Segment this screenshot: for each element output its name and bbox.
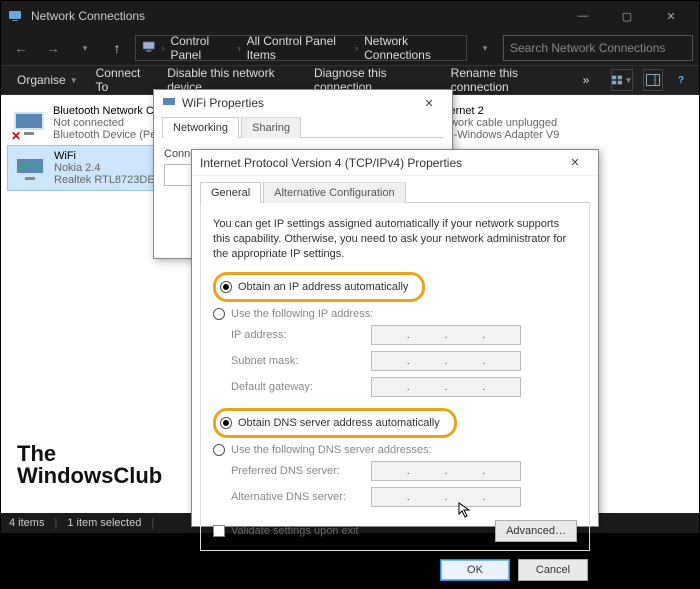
dialog-close-button[interactable]: ✕ — [560, 151, 590, 175]
tab-networking[interactable]: Networking — [162, 117, 239, 138]
subnet-mask-input: ... — [371, 351, 521, 371]
connection-name: Bluetooth Network Con — [53, 105, 166, 117]
nav-recent-button[interactable]: ▾ — [71, 34, 99, 62]
field-alternative-dns: Alternative DNS server: ... — [213, 484, 577, 510]
default-gateway-input: ... — [371, 377, 521, 397]
nav-up-button[interactable]: ↑ — [103, 34, 131, 62]
dialog-close-button[interactable]: ✕ — [414, 91, 444, 115]
radio-icon — [213, 308, 225, 320]
ok-button[interactable]: OK — [440, 559, 510, 581]
connection-device: Bluetooth Device (Pers — [53, 129, 166, 141]
chevron-down-icon: ▼ — [624, 76, 632, 85]
tab-alt-config[interactable]: Alternative Configuration — [263, 182, 405, 203]
refresh-button[interactable]: ▾ — [471, 34, 499, 62]
ip-settings-description: You can get IP settings assigned automat… — [213, 217, 577, 262]
highlight-dns-auto: Obtain DNS server address automatically — [213, 408, 457, 438]
radio-icon — [220, 281, 232, 293]
dialog-titlebar[interactable]: WiFi Properties ✕ — [154, 90, 452, 116]
pc-icon — [142, 40, 155, 56]
maximize-button[interactable]: ▢ — [605, 1, 649, 31]
connection-status: Not connected — [53, 117, 166, 129]
address-bar-row: ← → ▾ ↑ › Control Panel › All Control Pa… — [1, 31, 699, 65]
bluetooth-icon: ✕ — [11, 105, 47, 141]
radio-dns-auto[interactable]: Obtain DNS server address automatically — [220, 415, 440, 431]
rename-button[interactable]: Rename this connection — [445, 62, 571, 98]
error-badge: ✕ — [9, 129, 23, 143]
window-icon — [7, 8, 23, 24]
explorer-window: Network Connections — ▢ ✕ ← → ▾ ↑ › Cont… — [0, 0, 700, 534]
address-bar[interactable]: › Control Panel › All Control Panel Item… — [135, 35, 467, 61]
status-item-count: 4 items — [9, 517, 44, 529]
preview-pane-button[interactable] — [643, 69, 663, 91]
field-preferred-dns: Preferred DNS server: ... — [213, 458, 577, 484]
dialog-button-row: OK Cancel — [192, 551, 598, 589]
status-selected-count: 1 item selected — [67, 517, 141, 529]
view-options-button[interactable]: ▼ — [611, 69, 633, 91]
radio-ip-auto[interactable]: Obtain an IP address automatically — [220, 279, 408, 295]
field-default-gateway: Default gateway: ... — [213, 374, 577, 400]
tab-strip: General Alternative Configuration — [200, 181, 590, 203]
breadcrumb[interactable]: Control Panel — [170, 34, 231, 62]
nav-forward-button: → — [39, 34, 67, 62]
search-input[interactable]: Search Network Connections — [503, 35, 693, 61]
radio-icon — [220, 417, 232, 429]
validate-settings-checkbox[interactable]: Validate settings upon exit — [213, 525, 359, 537]
radio-ip-manual[interactable]: Use the following IP address: — [213, 306, 577, 322]
radio-dns-manual[interactable]: Use the following DNS server addresses: — [213, 442, 577, 458]
chevron-right-icon: › — [238, 43, 241, 53]
nav-back-button[interactable]: ← — [7, 34, 35, 62]
watermark-logo: The WindowsClub — [17, 443, 162, 487]
breadcrumb[interactable]: Network Connections — [364, 34, 460, 62]
titlebar: Network Connections — ▢ ✕ — [1, 1, 699, 31]
field-subnet-mask: Subnet mask: ... — [213, 348, 577, 374]
ip-address-input: ... — [371, 325, 521, 345]
window-title: Network Connections — [31, 9, 145, 23]
highlight-ip-auto: Obtain an IP address automatically — [213, 272, 425, 302]
help-button[interactable]: ? — [673, 69, 689, 91]
chevron-right-icon: › — [355, 43, 358, 53]
alternative-dns-input: ... — [371, 487, 521, 507]
preferred-dns-input: ... — [371, 461, 521, 481]
minimize-button[interactable]: — — [561, 1, 605, 31]
dialog-title: Internet Protocol Version 4 (TCP/IPv4) P… — [200, 156, 462, 170]
field-ip-address: IP address: ... — [213, 322, 577, 348]
tab-general[interactable]: General — [200, 182, 261, 203]
chevron-right-icon: › — [161, 43, 164, 53]
breadcrumb[interactable]: All Control Panel Items — [247, 34, 350, 62]
tab-sharing[interactable]: Sharing — [241, 117, 301, 138]
search-placeholder: Search Network Connections — [510, 41, 665, 55]
advanced-button[interactable]: Advanced… — [495, 520, 577, 542]
radio-icon — [213, 444, 225, 456]
cancel-button[interactable]: Cancel — [518, 559, 588, 581]
wifi-icon — [12, 150, 48, 186]
dialog-title: WiFi Properties — [182, 96, 264, 110]
dialog-body: You can get IP settings assigned automat… — [200, 203, 590, 551]
close-button[interactable]: ✕ — [649, 1, 693, 31]
wifi-adapter-icon — [162, 95, 176, 112]
ipv4-properties-dialog: Internet Protocol Version 4 (TCP/IPv4) P… — [191, 149, 599, 527]
tab-strip: Networking Sharing — [162, 116, 444, 138]
dialog-titlebar[interactable]: Internet Protocol Version 4 (TCP/IPv4) P… — [192, 150, 598, 176]
checkbox-icon — [213, 525, 225, 537]
overflow-button[interactable]: » — [577, 69, 596, 91]
organise-menu[interactable]: Organise▼ — [11, 69, 84, 91]
connect-to-button[interactable]: Connect To — [90, 62, 156, 98]
chevron-down-icon: ▼ — [70, 76, 78, 85]
